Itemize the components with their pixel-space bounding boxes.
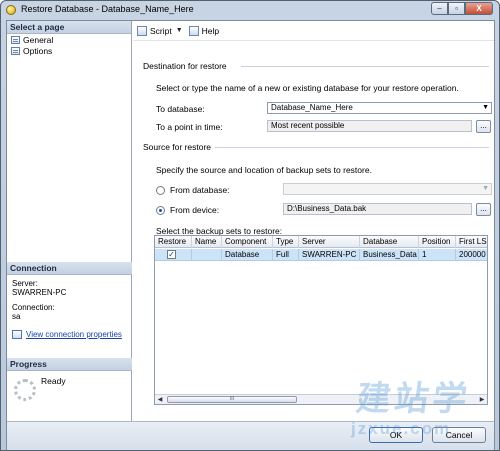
connection-section: Connection Server: SWARREN-PC Connection… (7, 262, 132, 343)
view-connection-properties[interactable]: View connection properties (12, 330, 127, 339)
script-button[interactable]: Script ▼ (137, 25, 183, 36)
left-panel: Select a page General Options Connection… (7, 21, 132, 421)
point-in-time-label: To a point in time: (156, 122, 223, 132)
title-bar: Restore Database - Database_Name_Here – … (1, 1, 499, 19)
component-cell: Database (222, 249, 273, 261)
to-database-combo[interactable]: Database_Name_Here ▼ (267, 102, 492, 114)
restore-checkbox[interactable]: ✓ (167, 250, 176, 259)
server-label: Server: (12, 279, 38, 288)
watermark-logo: 建站学 (353, 380, 474, 418)
column-header[interactable]: Restore (155, 236, 192, 248)
general-page: Script ▼ Help Destination for restore Se… (133, 21, 494, 421)
help-button[interactable]: Help (188, 25, 220, 36)
name-cell (192, 249, 222, 261)
column-header[interactable]: Server (299, 236, 360, 248)
divider (241, 66, 489, 67)
close-button[interactable]: X (465, 2, 493, 15)
progress-spinner-icon (14, 379, 36, 401)
column-header[interactable]: Component (222, 236, 273, 248)
toolbar: Script ▼ Help (133, 21, 494, 41)
help-label: Help (201, 25, 220, 36)
watermark-url: jzxue.com (351, 419, 452, 438)
script-label: Script (150, 25, 172, 36)
restore-cell[interactable]: ✓ (155, 249, 192, 261)
page-item-options[interactable]: Options (7, 45, 131, 56)
from-device-browse-button[interactable]: ... (476, 203, 491, 216)
destination-description: Select or type the name of a new or exis… (156, 83, 459, 93)
source-description: Specify the source and location of backu… (156, 165, 372, 175)
page-icon (11, 35, 20, 44)
type-cell: Full (273, 249, 299, 261)
progress-section: Progress Ready (7, 358, 132, 411)
to-database-value: Database_Name_Here (271, 103, 353, 112)
connection-label: Connection: (12, 303, 55, 312)
window-controls: – ▫ X (431, 2, 493, 16)
window-title: Restore Database - Database_Name_Here (21, 4, 194, 14)
maximize-button[interactable]: ▫ (448, 2, 465, 15)
progress-header: Progress (7, 358, 132, 371)
from-database-label: From database: (170, 185, 230, 195)
from-database-radio[interactable] (156, 186, 165, 195)
point-in-time-field: Most recent possible (267, 120, 472, 132)
server-value: SWARREN-PC (12, 288, 67, 297)
page-icon (11, 46, 20, 55)
column-header[interactable]: Name (192, 236, 222, 248)
column-header[interactable]: Type (273, 236, 299, 248)
restore-database-window: Restore Database - Database_Name_Here – … (0, 0, 500, 451)
scroll-thumb[interactable]: III (167, 396, 297, 403)
script-icon (137, 25, 147, 36)
from-device-field: D:\Business_Data.bak (283, 203, 472, 215)
minimize-button[interactable]: – (431, 2, 448, 15)
help-icon (188, 25, 199, 36)
from-device-label: From device: (170, 205, 220, 215)
progress-status: Ready (41, 376, 66, 386)
source-header: Source for restore (143, 142, 212, 152)
select-page-header: Select a page (7, 21, 131, 34)
chevron-down-icon[interactable]: ▼ (482, 184, 489, 194)
from-device-radio[interactable] (156, 206, 165, 215)
position-cell: 1 (419, 249, 456, 261)
grid-header: Restore Name Component Type Server Datab… (155, 236, 487, 248)
table-row[interactable]: ✓ Database Full SWARREN-PC Business_Data… (155, 249, 487, 261)
divider (215, 147, 489, 148)
dropdown-arrow-icon[interactable]: ▼ (176, 27, 183, 34)
server-cell: SWARREN-PC (299, 249, 360, 261)
properties-icon (12, 330, 22, 339)
scroll-right-icon[interactable]: ▶ (477, 395, 487, 404)
column-header[interactable]: Position (419, 236, 456, 248)
from-database-combo[interactable]: ▼ (283, 183, 492, 195)
database-icon (6, 5, 16, 15)
destination-header: Destination for restore (143, 61, 227, 71)
connection-value: sa (12, 312, 21, 321)
page-item-general[interactable]: General (7, 34, 131, 45)
column-header[interactable]: First LSN (456, 236, 487, 248)
page-item-label: General (23, 34, 54, 45)
view-connection-link[interactable]: View connection properties (26, 330, 122, 339)
point-in-time-browse-button[interactable]: ... (476, 120, 491, 133)
page-item-label: Options (23, 45, 53, 56)
database-cell: Business_Data (360, 249, 419, 261)
scroll-left-icon[interactable]: ◀ (155, 395, 165, 404)
connection-header: Connection (7, 262, 132, 275)
column-header[interactable]: Database (360, 236, 419, 248)
first-lsn-cell: 200000 (459, 250, 486, 259)
chevron-down-icon[interactable]: ▼ (482, 103, 489, 113)
to-database-label: To database: (156, 104, 205, 114)
